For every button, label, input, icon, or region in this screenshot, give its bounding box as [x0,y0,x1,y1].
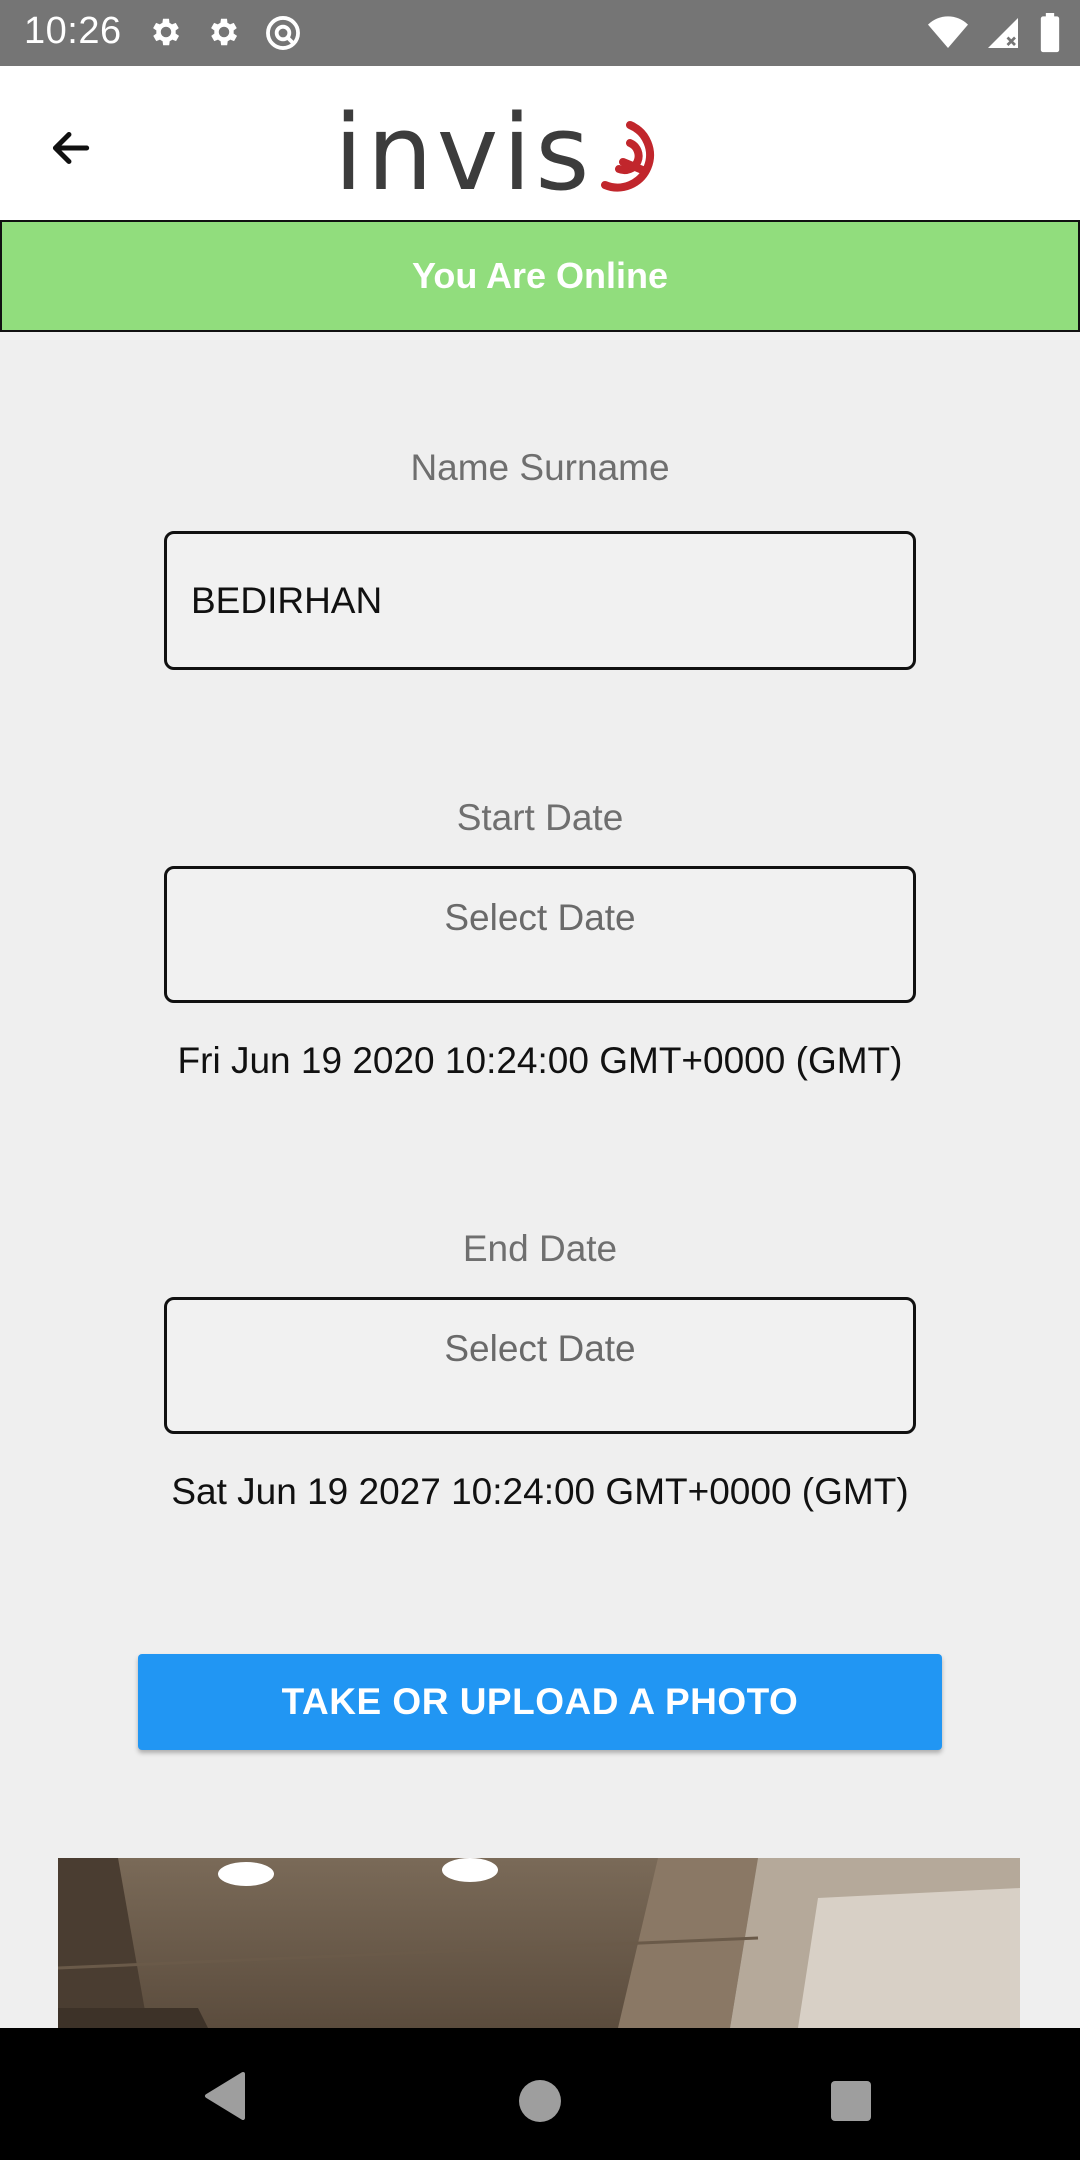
start-date-placeholder: Select Date [444,897,636,938]
room-photo-graphic [58,1858,1020,2028]
end-date-value: Sat Jun 19 2027 10:24:00 GMT+0000 (GMT) [171,1471,909,1512]
inviso-logo: invis [334,98,671,208]
back-button[interactable] [30,108,110,188]
take-or-upload-photo-button[interactable]: TAKE OR UPLOAD A PHOTO [138,1654,942,1750]
battery-icon [1040,13,1060,53]
status-bar: 10:26 [0,0,1080,66]
app-bar: invis [0,66,1080,220]
gear-icon [211,18,238,46]
start-date-label: Start Date [456,797,624,838]
nav-recents-icon[interactable] [831,2081,871,2121]
photo-preview-image [58,1858,1020,2028]
wifi-icon [928,16,968,48]
arrow-back-icon [52,131,90,165]
at-sign-icon [266,16,300,50]
start-date-value: Fri Jun 19 2020 10:24:00 GMT+0000 (GMT) [177,1040,903,1081]
cell-signal-icon [988,18,1018,48]
status-time: 10:26 [24,10,122,52]
system-navigation-bar [0,2028,1080,2160]
logo-text: invis [334,92,594,214]
photo-button-label: TAKE OR UPLOAD A PHOTO [281,1681,799,1722]
name-surname-value: BEDIRHAN [191,580,383,621]
name-surname-input[interactable]: BEDIRHAN [164,531,916,670]
nav-back-icon[interactable] [203,2072,245,2120]
logo-o-mark-icon [601,121,655,192]
end-date-placeholder: Select Date [444,1328,636,1369]
start-date-picker-button[interactable]: Select Date [164,866,916,1003]
end-date-label: End Date [462,1228,618,1269]
online-status-banner: You Are Online [0,220,1080,332]
online-status-text: You Are Online [411,255,669,296]
end-date-picker-button[interactable]: Select Date [164,1297,916,1434]
gear-icon [153,18,180,46]
name-surname-label: Name Surname [410,447,670,488]
nav-home-icon[interactable] [519,2080,561,2122]
status-notification-icons [148,14,302,52]
status-system-icons [928,13,1062,53]
